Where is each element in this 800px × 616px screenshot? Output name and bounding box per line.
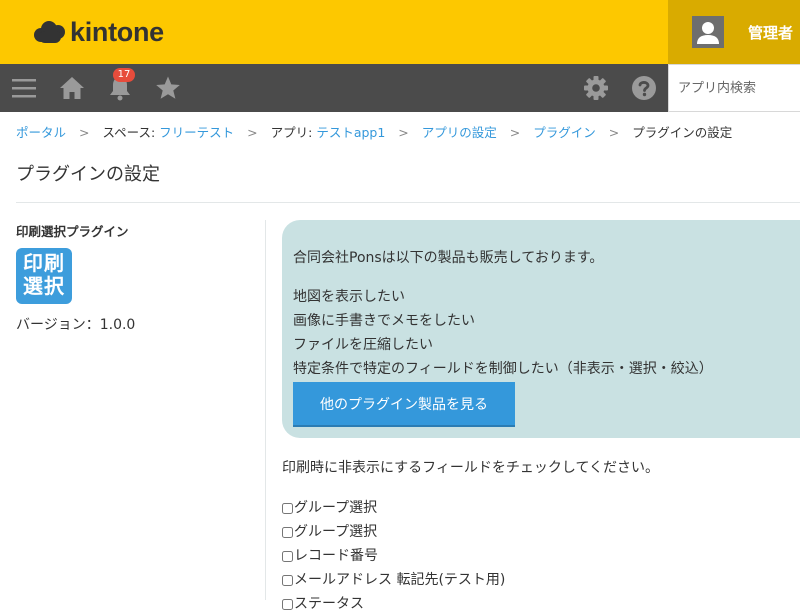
field-option: ステータス (282, 592, 505, 616)
field-option: グループ選択 (282, 520, 505, 544)
app-search-input[interactable] (668, 64, 800, 112)
star-icon[interactable] (152, 72, 184, 104)
gear-icon[interactable] (580, 72, 612, 104)
column-divider (265, 220, 266, 600)
promo-box: 合同会社Ponsは以下の製品も販売しております。 地図を表示したい 画像に手書き… (282, 220, 800, 438)
field-checkbox-list: グループ選択 グループ選択 レコード番号 メールアドレス 転記先(テスト用) ス… (282, 496, 505, 616)
plugin-version: バージョン：1.0.0 (16, 317, 136, 333)
field-checkbox[interactable] (282, 574, 293, 586)
view-other-plugins-button[interactable]: 他のプラグイン製品を見る (293, 382, 515, 427)
title-divider (16, 202, 800, 203)
breadcrumb-app[interactable]: テストapp1 (316, 125, 385, 140)
plugin-icon-line2: 選択 (23, 274, 65, 298)
field-label: レコード番号 (294, 548, 378, 564)
promo-item: 地図を表示したい (293, 289, 405, 305)
breadcrumb-separator: > (509, 125, 521, 140)
field-option: レコード番号 (282, 544, 505, 568)
breadcrumb-separator: > (608, 125, 620, 140)
menu-icon[interactable] (8, 72, 40, 104)
notification-badge: 17 (113, 68, 135, 82)
app-header: kintone 管理者 (0, 0, 800, 64)
field-checkbox[interactable] (282, 526, 293, 538)
breadcrumb-separator: > (247, 125, 258, 140)
field-label: グループ選択 (294, 524, 378, 540)
page-title: プラグインの設定 (16, 164, 160, 185)
breadcrumb: ポータル > スペース: フリーテスト > アプリ: テストapp1 > アプリ… (16, 122, 732, 141)
promo-item: 画像に手書きでメモをしたい (293, 313, 475, 329)
field-option: メールアドレス 転記先(テスト用) (282, 568, 505, 592)
breadcrumb-current: プラグインの設定 (632, 125, 733, 140)
field-label: ステータス (294, 596, 364, 612)
instruction-text: 印刷時に非表示にするフィールドをチェックしてください。 (282, 460, 660, 476)
home-icon[interactable] (56, 72, 88, 104)
field-option: グループ選択 (282, 496, 505, 520)
field-checkbox[interactable] (282, 598, 293, 610)
kintone-logo[interactable]: kintone (34, 16, 164, 48)
field-label: メールアドレス 転記先(テスト用) (294, 572, 506, 588)
logo-text: kintone (70, 16, 164, 47)
field-checkbox[interactable] (282, 550, 293, 562)
user-menu[interactable]: 管理者 (668, 0, 800, 64)
breadcrumb-separator: > (398, 125, 409, 140)
breadcrumb-space[interactable]: フリーテスト (159, 125, 234, 140)
breadcrumb-plugins[interactable]: プラグイン (533, 125, 596, 140)
breadcrumb-app-prefix: アプリ: (270, 125, 317, 140)
user-name: 管理者 (748, 24, 794, 42)
breadcrumb-app-settings[interactable]: アプリの設定 (422, 125, 497, 140)
breadcrumb-separator: > (79, 125, 90, 140)
breadcrumb-space-prefix: スペース: (102, 125, 160, 140)
cloud-logo-icon (34, 20, 66, 44)
plugin-name: 印刷選択プラグイン (16, 224, 129, 239)
field-checkbox[interactable] (282, 502, 293, 514)
promo-item: 特定条件で特定のフィールドを制御したい（非表示・選択・絞込） (293, 361, 713, 377)
avatar (692, 16, 724, 48)
promo-heading: 合同会社Ponsは以下の製品も販売しております。 (293, 250, 604, 266)
breadcrumb-portal[interactable]: ポータル (16, 125, 66, 140)
plugin-icon-line1: 印刷 (23, 251, 65, 275)
promo-list: 地図を表示したい 画像に手書きでメモをしたい ファイルを圧縮したい 特定条件で特… (293, 285, 713, 381)
plugin-icon: 印刷 選択 (16, 248, 72, 304)
help-icon[interactable] (628, 72, 660, 104)
promo-item: ファイルを圧縮したい (293, 337, 433, 353)
field-label: グループ選択 (294, 500, 378, 516)
